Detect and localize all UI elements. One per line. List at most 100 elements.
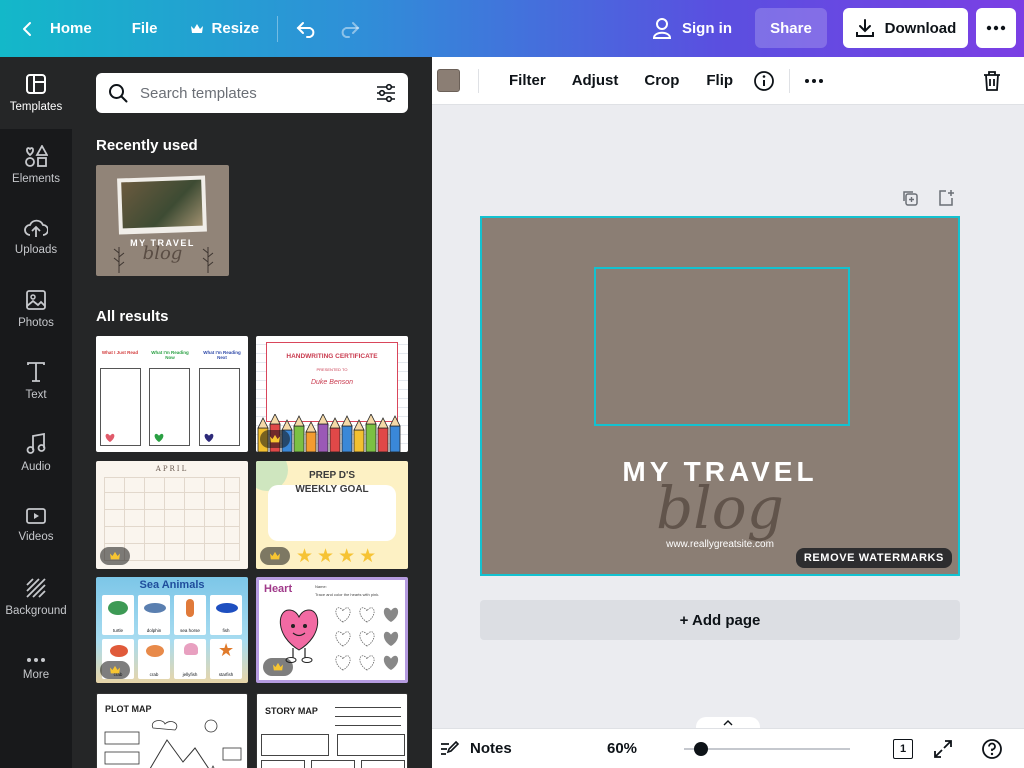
videos-icon — [26, 508, 46, 524]
context-toolbar: Filter Adjust Crop Flip — [432, 57, 1024, 105]
rail-item-uploads[interactable]: Uploads — [0, 201, 72, 273]
adjust-button[interactable]: Adjust — [572, 72, 619, 89]
download-button[interactable]: Download — [843, 8, 968, 48]
photos-icon — [26, 290, 46, 310]
heart-icon — [105, 433, 115, 442]
selected-image-frame[interactable] — [594, 267, 850, 426]
home-button[interactable]: Home — [10, 9, 102, 49]
fullscreen-icon[interactable] — [933, 739, 953, 759]
premium-badge — [100, 547, 130, 565]
design-script-text[interactable]: blog — [482, 474, 958, 542]
rail-item-elements[interactable]: Elements — [0, 129, 72, 201]
add-page-button[interactable]: + Add page — [480, 600, 960, 640]
recent-template-thumb[interactable]: MY TRAVEL blog — [96, 165, 229, 276]
recently-used-heading: Recently used — [96, 137, 198, 154]
file-label: File — [131, 20, 158, 37]
template-reading-log[interactable]: What I Just Read What I'm Reading Now Wh… — [96, 336, 248, 452]
animal-card: jellyfish — [174, 639, 206, 679]
rail-item-text[interactable]: Text — [0, 345, 72, 417]
template-sea-animals[interactable]: Sea Animals turtle dolphin sea horse fis… — [96, 577, 248, 683]
design-page[interactable]: MY TRAVEL blog www.reallygreatsite.com R… — [480, 216, 960, 576]
crown-icon — [110, 665, 120, 674]
animal-card: sea horse — [174, 595, 206, 635]
help-icon[interactable] — [981, 738, 1003, 760]
rail-label: Templates — [9, 101, 63, 113]
search-input[interactable] — [140, 84, 376, 102]
chevron-up-icon — [723, 720, 733, 726]
sign-in-button[interactable]: Sign in — [652, 8, 732, 48]
story-box — [261, 760, 305, 768]
download-icon — [855, 19, 874, 37]
more-dots-icon[interactable] — [804, 78, 824, 84]
rail-item-background[interactable]: Background — [0, 561, 72, 633]
share-button[interactable]: Share — [755, 8, 827, 48]
search-box[interactable] — [96, 73, 408, 113]
add-page-icon-button[interactable] — [935, 187, 957, 209]
story-box — [261, 734, 329, 756]
undo-button[interactable] — [286, 9, 328, 49]
template-heart-worksheet[interactable]: Heart Name: Trace and color the hearts w… — [256, 577, 408, 683]
rail-label: Elements — [12, 173, 60, 185]
animal-card: fish — [210, 595, 242, 635]
toolbar-divider — [277, 15, 279, 42]
templates-icon — [26, 74, 46, 94]
flip-button[interactable]: Flip — [706, 72, 733, 89]
template-handwriting-certificate[interactable]: HANDWRITING CERTIFICATE PRESENTED TO Duk… — [256, 336, 408, 452]
template-weekly-goal[interactable]: PREP D'S WEEKLY GOAL ★★★★ — [256, 461, 408, 569]
rail-label: Background — [5, 605, 67, 617]
file-menu[interactable]: File — [122, 9, 168, 49]
template-text: STORY MAP — [265, 706, 318, 716]
trash-icon[interactable] — [982, 70, 1002, 92]
rail-item-photos[interactable]: Photos — [0, 273, 72, 345]
top-bar: Home File Resize Sign in Share Download — [0, 0, 1024, 57]
template-text: PLOT MAP — [105, 704, 152, 714]
template-april-calendar[interactable]: APRIL — [96, 461, 248, 569]
uploads-icon — [24, 219, 48, 237]
filter-sliders-icon[interactable] — [376, 83, 396, 103]
notes-label: Notes — [470, 740, 512, 757]
template-text: What I Just Read — [101, 350, 139, 355]
duplicate-icon — [903, 191, 918, 206]
notes-button[interactable]: Notes — [440, 740, 512, 758]
zoom-level[interactable]: 60% — [607, 740, 637, 757]
photo-frame — [117, 175, 207, 235]
rail-item-audio[interactable]: Audio — [0, 417, 72, 489]
page-count-button[interactable]: 1 — [893, 739, 913, 759]
rail-label: More — [22, 669, 50, 681]
redo-button[interactable] — [328, 9, 370, 49]
template-story-map[interactable]: STORY MAP — [256, 693, 408, 768]
plant-decoration-icon — [113, 247, 125, 273]
template-text: dolphin — [146, 628, 162, 633]
page-count: 1 — [899, 743, 907, 755]
rail-item-videos[interactable]: Videos — [0, 489, 72, 561]
template-text: starfish — [218, 672, 234, 677]
stars-row: ★★★★ — [296, 546, 381, 567]
trace-hearts-icon — [335, 607, 399, 671]
rail-item-templates[interactable]: Templates — [0, 57, 72, 129]
rail-label: Videos — [18, 531, 54, 543]
more-options-button[interactable] — [976, 8, 1016, 48]
zoom-slider-handle[interactable] — [694, 742, 708, 756]
crown-icon — [270, 551, 280, 560]
filter-button[interactable]: Filter — [509, 72, 546, 89]
template-text: Duke Benson — [310, 379, 354, 386]
template-text: Heart — [264, 583, 293, 595]
premium-badge — [260, 430, 290, 448]
story-box — [311, 760, 355, 768]
templates-panel: Recently used MY TRAVEL blog All results… — [72, 57, 432, 768]
all-results-heading: All results — [96, 308, 169, 325]
redo-icon — [341, 21, 360, 38]
crop-button[interactable]: Crop — [644, 72, 679, 89]
rail-item-more[interactable]: More — [0, 633, 72, 705]
zoom-slider-track[interactable] — [684, 748, 850, 750]
duplicate-page-button[interactable] — [899, 187, 921, 209]
resize-button[interactable]: Resize — [180, 9, 270, 49]
background-icon — [26, 578, 46, 598]
info-icon[interactable] — [753, 70, 775, 92]
remove-watermarks-button[interactable]: REMOVE WATERMARKS — [795, 548, 952, 568]
rail-label: Audio — [21, 461, 51, 473]
toolbar-divider — [478, 68, 479, 93]
crown-icon — [270, 434, 280, 443]
template-plot-map[interactable]: PLOT MAP — [96, 693, 248, 768]
color-swatch[interactable] — [437, 69, 460, 92]
